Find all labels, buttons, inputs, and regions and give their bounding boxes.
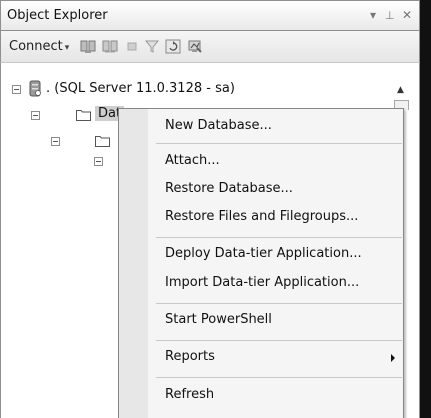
menu-item-restore-files-filegroups[interactable]: Restore Files and Filegroups... [165,209,358,224]
menu-icon-gutter [119,109,148,418]
connect-button[interactable]: Connect ▾ [9,39,69,54]
menu-item-attach[interactable]: Attach... [165,153,220,168]
scroll-up-arrow-icon[interactable]: ▲ [392,82,409,99]
menu-separator [156,340,402,341]
nested-node-collapse-toggle[interactable] [94,157,103,166]
folder-icon [76,110,91,121]
filter-icon[interactable] [144,39,160,54]
context-menu: New Database... Attach... Restore Databa… [118,108,404,418]
menu-item-new-database[interactable]: New Database... [165,118,272,133]
subfolder-collapse-toggle[interactable] [51,137,60,146]
connect-label: Connect [9,39,63,54]
subfolder-icon [95,136,110,147]
menu-item-restore-database[interactable]: Restore Database... [165,181,293,196]
menu-separator [156,303,402,304]
connect-server-icon[interactable] [80,39,96,54]
refresh-icon[interactable] [165,39,181,54]
menu-item-import-data-tier[interactable]: Import Data-tier Application... [165,275,359,290]
close-icon[interactable]: ✕ [402,8,412,22]
stop-icon[interactable] [124,39,140,54]
menu-item-refresh[interactable]: Refresh [165,387,214,402]
server-node-label[interactable]: . (SQL Server 11.0.3128 - sa) [46,81,235,96]
title-bar: Object Explorer ▾ ⊥ ✕ [0,0,420,31]
server-node-collapse-toggle[interactable] [12,85,21,94]
menu-separator [156,377,402,378]
submenu-arrow-icon [391,354,395,362]
disconnect-server-icon[interactable] [102,39,118,54]
activity-monitor-icon[interactable] [187,39,203,54]
database-server-icon [29,80,41,97]
window-title: Object Explorer [7,8,108,23]
window-edge [420,0,431,418]
menu-separator [156,143,402,144]
object-explorer-window: Object Explorer ▾ ⊥ ✕ Connect ▾ . (SQL S… [0,0,431,418]
toolbar: Connect ▾ [0,31,420,63]
databases-node-collapse-toggle[interactable] [31,111,40,120]
menu-item-start-powershell[interactable]: Start PowerShell [165,312,272,327]
window-position-dropdown-icon[interactable]: ▾ [370,8,376,22]
menu-item-reports[interactable]: Reports [165,349,215,364]
connect-dropdown-icon[interactable]: ▾ [65,43,70,53]
auto-hide-pin-icon[interactable]: ⊥ [385,9,395,22]
menu-separator [156,237,402,238]
menu-item-deploy-data-tier[interactable]: Deploy Data-tier Application... [165,246,362,261]
